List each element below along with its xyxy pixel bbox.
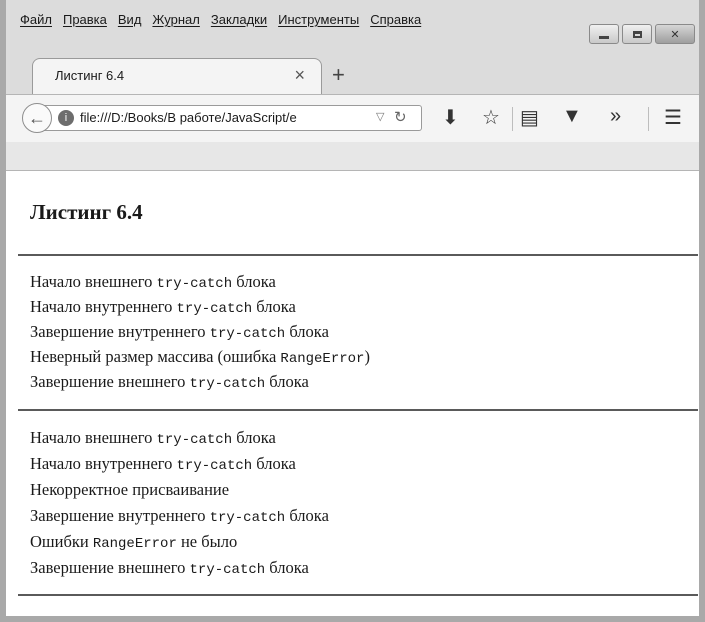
divider (18, 409, 698, 411)
tab-title: Листинг 6.4 (55, 68, 125, 83)
back-button[interactable]: ← (22, 103, 52, 133)
minimize-button[interactable] (589, 24, 619, 44)
browser-chrome: Файл Правка Вид Журнал Закладки Инструме… (6, 0, 699, 171)
download-icon[interactable]: ⬇ (442, 105, 459, 130)
close-icon: ✕ (670, 28, 680, 41)
new-tab-button[interactable]: + (332, 62, 345, 88)
menu-file[interactable]: Файл (20, 12, 52, 32)
site-info-icon[interactable]: i (58, 110, 74, 126)
page-title: Листинг 6.4 (30, 200, 143, 224)
tab-active[interactable]: Листинг 6.4 × (32, 58, 322, 94)
browser-window: Файл Правка Вид Журнал Закладки Инструме… (0, 0, 705, 622)
menu-bookmarks[interactable]: Закладки (211, 12, 267, 32)
output-line: Начало внешнего try-catch блока (30, 272, 276, 292)
history-dropdown-icon[interactable]: ▽ (376, 110, 384, 123)
reading-view-icon[interactable]: ▤ (520, 105, 539, 130)
hamburger-menu-icon[interactable]: ☰ (664, 105, 682, 130)
navigation-toolbar: i file:///D:/Books/В работе/JavaScript/e… (6, 94, 699, 143)
output-line: Ошибки RangeError не было (30, 532, 238, 552)
reload-icon[interactable]: ↻ (394, 108, 407, 126)
output-line: Завершение внутреннего try-catch блока (30, 322, 329, 342)
menu-view[interactable]: Вид (118, 12, 142, 32)
overflow-chevron-icon[interactable]: » (610, 105, 621, 128)
menu-history[interactable]: Журнал (152, 12, 199, 32)
bookmark-star-icon[interactable]: ☆ (482, 105, 500, 130)
output-line: Неверный размер массива (ошибка RangeErr… (30, 347, 370, 367)
output-line: Начало внутреннего try-catch блока (30, 454, 296, 474)
minimize-icon (599, 35, 609, 39)
address-bar[interactable]: i file:///D:/Books/В работе/JavaScript/e… (42, 105, 422, 131)
output-line: Начало внутреннего try-catch блока (30, 297, 296, 317)
output-line: Завершение внешнего try-catch блока (30, 372, 309, 392)
output-line: Некорректное присваивание (30, 480, 230, 499)
menu-help[interactable]: Справка (370, 12, 421, 32)
output-line: Завершение внешнего try-catch блока (30, 558, 309, 578)
toolbar-separator (648, 107, 649, 131)
pocket-icon[interactable]: ▼ (562, 105, 582, 128)
toolbar-separator (512, 107, 513, 131)
maximize-button[interactable] (622, 24, 652, 44)
menu-tools[interactable]: Инструменты (278, 12, 359, 32)
tab-close-icon[interactable]: × (294, 65, 305, 86)
tab-strip: Листинг 6.4 × + (6, 50, 699, 94)
back-arrow-icon: ← (28, 107, 46, 128)
window-controls: ✕ (589, 24, 695, 44)
menu-bar: Файл Правка Вид Журнал Закладки Инструме… (20, 12, 432, 32)
output-line: Завершение внутреннего try-catch блока (30, 506, 329, 526)
divider (18, 594, 698, 596)
toolbar-footer (6, 142, 699, 171)
close-window-button[interactable]: ✕ (655, 24, 695, 44)
divider (18, 254, 698, 256)
menu-edit[interactable]: Правка (63, 12, 107, 32)
maximize-icon (632, 30, 642, 38)
output-line: Начало внешнего try-catch блока (30, 428, 276, 448)
address-url[interactable]: file:///D:/Books/В работе/JavaScript/e (80, 110, 370, 125)
